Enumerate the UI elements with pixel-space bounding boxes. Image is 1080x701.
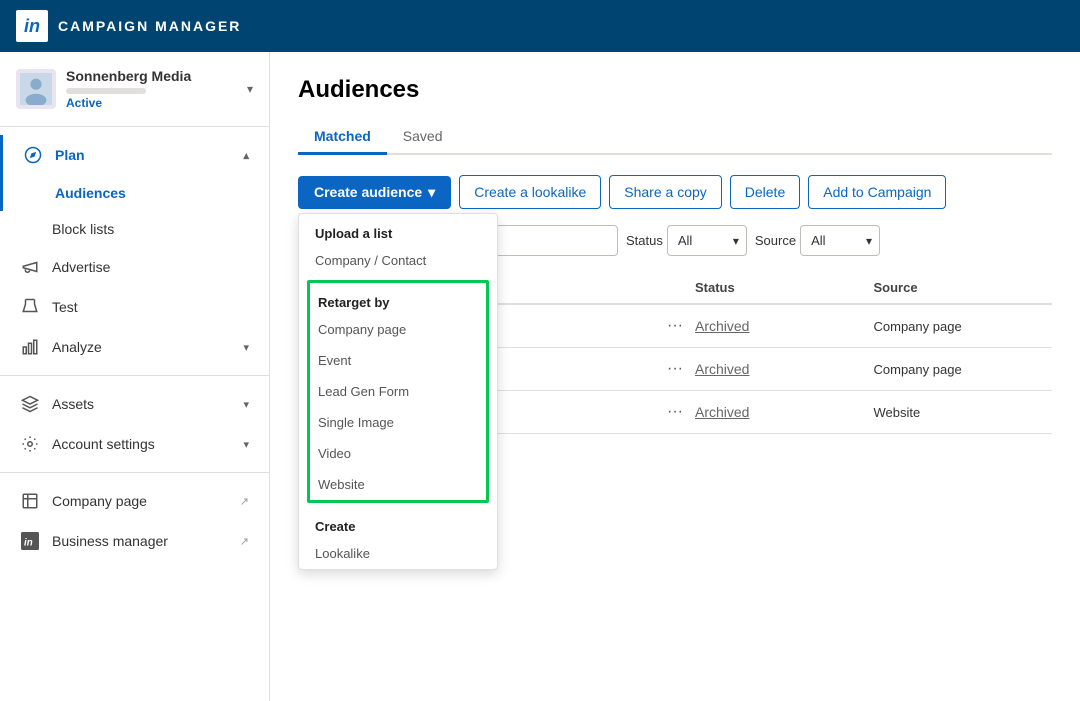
sidebar-blocklists-label: Block lists [52, 221, 249, 237]
linkedin-biz-icon: in [20, 531, 40, 551]
dropdown-item-company-contact[interactable]: Company / Contact [299, 245, 497, 276]
create-lookalike-button[interactable]: Create a lookalike [459, 175, 601, 209]
top-navigation: in CAMPAIGN MANAGER [0, 0, 1080, 52]
delete-button[interactable]: Delete [730, 175, 800, 209]
create-audience-dropdown-wrapper: Create audience ▾ Upload a list Company … [298, 176, 451, 209]
logo-area: in CAMPAIGN MANAGER [16, 10, 241, 42]
analyze-chevron-icon: ▾ [243, 341, 249, 354]
sidebar-item-company-page[interactable]: Company page ↗ [0, 481, 269, 521]
dropdown-item-event[interactable]: Event [310, 345, 486, 376]
upload-list-header: Upload a list [299, 214, 497, 245]
sidebar-item-plan-label: Plan [55, 147, 231, 163]
account-status: Active [66, 96, 237, 110]
svg-text:in: in [24, 538, 33, 549]
tab-matched[interactable]: Matched [298, 120, 387, 155]
sidebar-item-analyze[interactable]: Analyze ▾ [0, 327, 269, 367]
row-3-dots[interactable]: ··· [655, 403, 695, 421]
sidebar-item-test[interactable]: Test [0, 287, 269, 327]
col-header-status: Status [695, 280, 874, 295]
dropdown-item-lead-gen-form[interactable]: Lead Gen Form [310, 376, 486, 407]
col-header-dots [655, 280, 695, 295]
sidebar-divider-2 [0, 472, 269, 473]
assets-chevron-icon: ▾ [243, 398, 249, 411]
create-audience-chevron-icon: ▾ [428, 184, 435, 201]
row-2-status: Archived [695, 361, 874, 377]
flask-icon [20, 297, 40, 317]
create-audience-button[interactable]: Create audience ▾ [298, 176, 451, 209]
plan-chevron-icon: ▴ [243, 149, 249, 162]
sidebar-test-label: Test [52, 299, 249, 315]
tab-saved[interactable]: Saved [387, 120, 459, 155]
page-title: Audiences [298, 76, 1052, 104]
toolbar: Create audience ▾ Upload a list Company … [298, 175, 1052, 209]
dropdown-item-website[interactable]: Website [310, 469, 486, 500]
sidebar-item-advertise[interactable]: Advertise [0, 247, 269, 287]
layers-icon [20, 394, 40, 414]
retarget-by-header: Retarget by [310, 283, 486, 314]
status-filter-select[interactable]: All [667, 225, 747, 256]
account-settings-chevron-icon: ▾ [243, 438, 249, 451]
tabs: Matched Saved [298, 120, 1052, 155]
account-name: Sonnenberg Media [66, 68, 237, 84]
gear-icon [20, 434, 40, 454]
dropdown-item-company-page[interactable]: Company page [310, 314, 486, 345]
dropdown-item-single-image[interactable]: Single Image [310, 407, 486, 438]
sidebar-advertise-label: Advertise [52, 259, 249, 275]
create-audience-dropdown-menu: Upload a list Company / Contact Retarget… [298, 213, 498, 570]
sidebar: Sonnenberg Media Active ▾ Plan ▴ Audienc… [0, 52, 270, 701]
row-2-source: Company page [874, 362, 1053, 377]
sidebar-audiences-label: Audiences [55, 185, 249, 201]
compass-icon [23, 145, 43, 165]
sidebar-item-account-settings[interactable]: Account settings ▾ [0, 424, 269, 464]
li-icon: in [24, 16, 40, 37]
row-2-dots[interactable]: ··· [655, 360, 695, 378]
sidebar-divider-1 [0, 375, 269, 376]
sidebar-assets-label: Assets [52, 396, 231, 412]
sidebar-item-business-manager[interactable]: in Business manager ↗ [0, 521, 269, 561]
create-header: Create [299, 507, 497, 538]
dropdown-item-video[interactable]: Video [310, 438, 486, 469]
add-to-campaign-button[interactable]: Add to Campaign [808, 175, 946, 209]
bar-chart-icon [20, 337, 40, 357]
building-icon [20, 491, 40, 511]
external-link-icon-1: ↗ [240, 495, 249, 508]
row-3-source: Website [874, 405, 1053, 420]
app-title: CAMPAIGN MANAGER [58, 18, 241, 34]
source-filter-select[interactable]: All [800, 225, 880, 256]
sidebar-item-plan[interactable]: Plan ▴ [0, 135, 269, 175]
source-filter-wrapper: All ▾ [800, 225, 880, 256]
status-filter-label: Status [626, 233, 663, 248]
account-status-bar [66, 88, 146, 94]
sidebar-item-audiences[interactable]: Audiences [0, 175, 269, 211]
create-audience-label: Create audience [314, 184, 422, 200]
sidebar-company-page-label: Company page [52, 493, 228, 509]
row-1-source: Company page [874, 319, 1053, 334]
sidebar-nav: Plan ▴ Audiences Block lists Advertise [0, 127, 269, 569]
megaphone-icon [20, 257, 40, 277]
sidebar-account-settings-label: Account settings [52, 436, 231, 452]
share-copy-button[interactable]: Share a copy [609, 175, 722, 209]
sidebar-analyze-label: Analyze [52, 339, 231, 355]
account-section[interactable]: Sonnenberg Media Active ▾ [0, 52, 269, 127]
dropdown-item-lookalike[interactable]: Lookalike [299, 538, 497, 569]
row-3-status: Archived [695, 404, 874, 420]
account-info: Sonnenberg Media Active [66, 68, 237, 110]
row-1-dots[interactable]: ··· [655, 317, 695, 335]
sidebar-business-manager-label: Business manager [52, 533, 228, 549]
source-filter-label: Source [755, 233, 796, 248]
account-chevron-icon: ▾ [247, 82, 253, 96]
sidebar-item-blocklists[interactable]: Block lists [0, 211, 269, 247]
main-content: Audiences Matched Saved Create audience … [270, 52, 1080, 701]
sidebar-item-assets[interactable]: Assets ▾ [0, 384, 269, 424]
row-1-status: Archived [695, 318, 874, 334]
col-header-source: Source [874, 280, 1053, 295]
linkedin-logo: in [16, 10, 48, 42]
retarget-by-section: Retarget by Company page Event Lead Gen … [307, 280, 489, 503]
external-link-icon-2: ↗ [240, 535, 249, 548]
status-filter-wrapper: All ▾ [667, 225, 747, 256]
avatar [16, 69, 56, 109]
